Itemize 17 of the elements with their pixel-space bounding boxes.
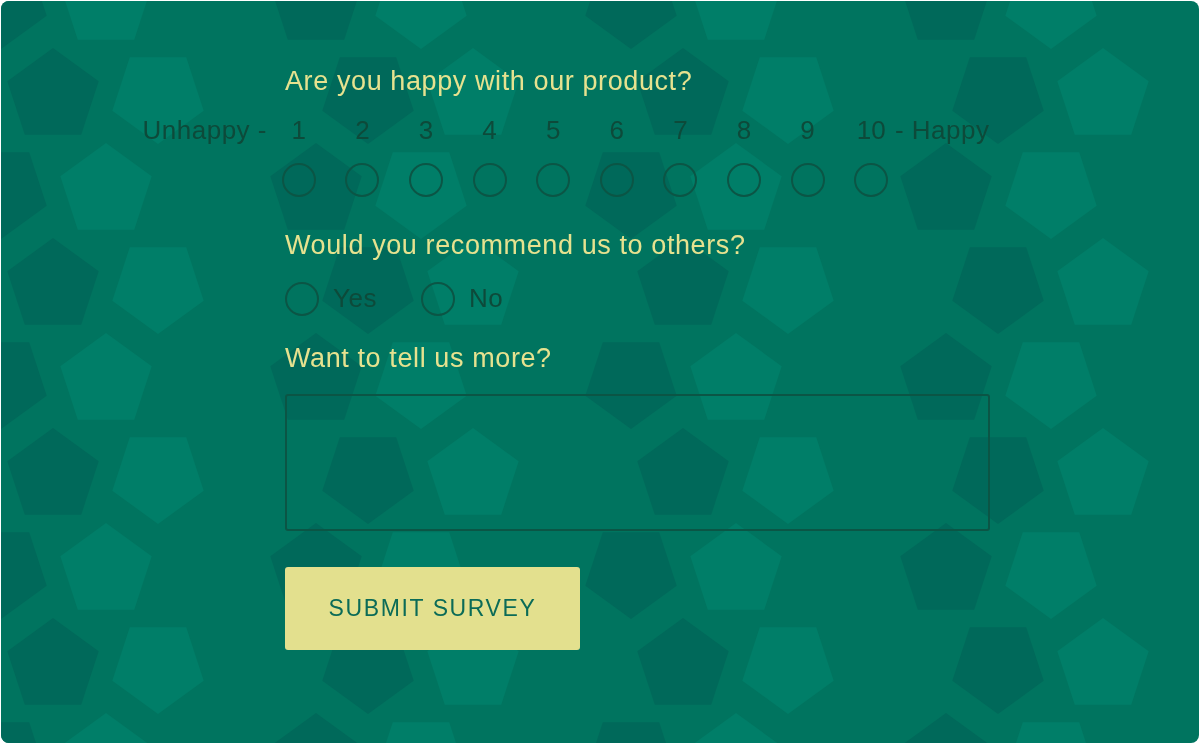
radio-button[interactable] — [790, 163, 825, 197]
radio-button[interactable] — [345, 163, 380, 197]
radio-button[interactable] — [281, 163, 316, 197]
radio-button[interactable] — [285, 281, 319, 316]
question-label: Would you recommend us to others? — [285, 229, 747, 262]
radio-button[interactable] — [726, 163, 761, 197]
radio-button[interactable] — [536, 163, 571, 197]
question-label: Want to tell us more? — [285, 342, 553, 375]
comment-field[interactable] — [285, 394, 990, 531]
radio-button[interactable] — [599, 163, 634, 197]
radio-button[interactable] — [420, 281, 455, 316]
radio-button[interactable] — [472, 163, 507, 197]
radio-button[interactable] — [409, 163, 443, 197]
radio-button[interactable] — [854, 163, 889, 197]
radio-button[interactable] — [663, 163, 698, 197]
question-label: Are you happy with our product? — [285, 65, 694, 98]
submit-button[interactable]: SUBMIT SURVEY — [285, 567, 580, 650]
